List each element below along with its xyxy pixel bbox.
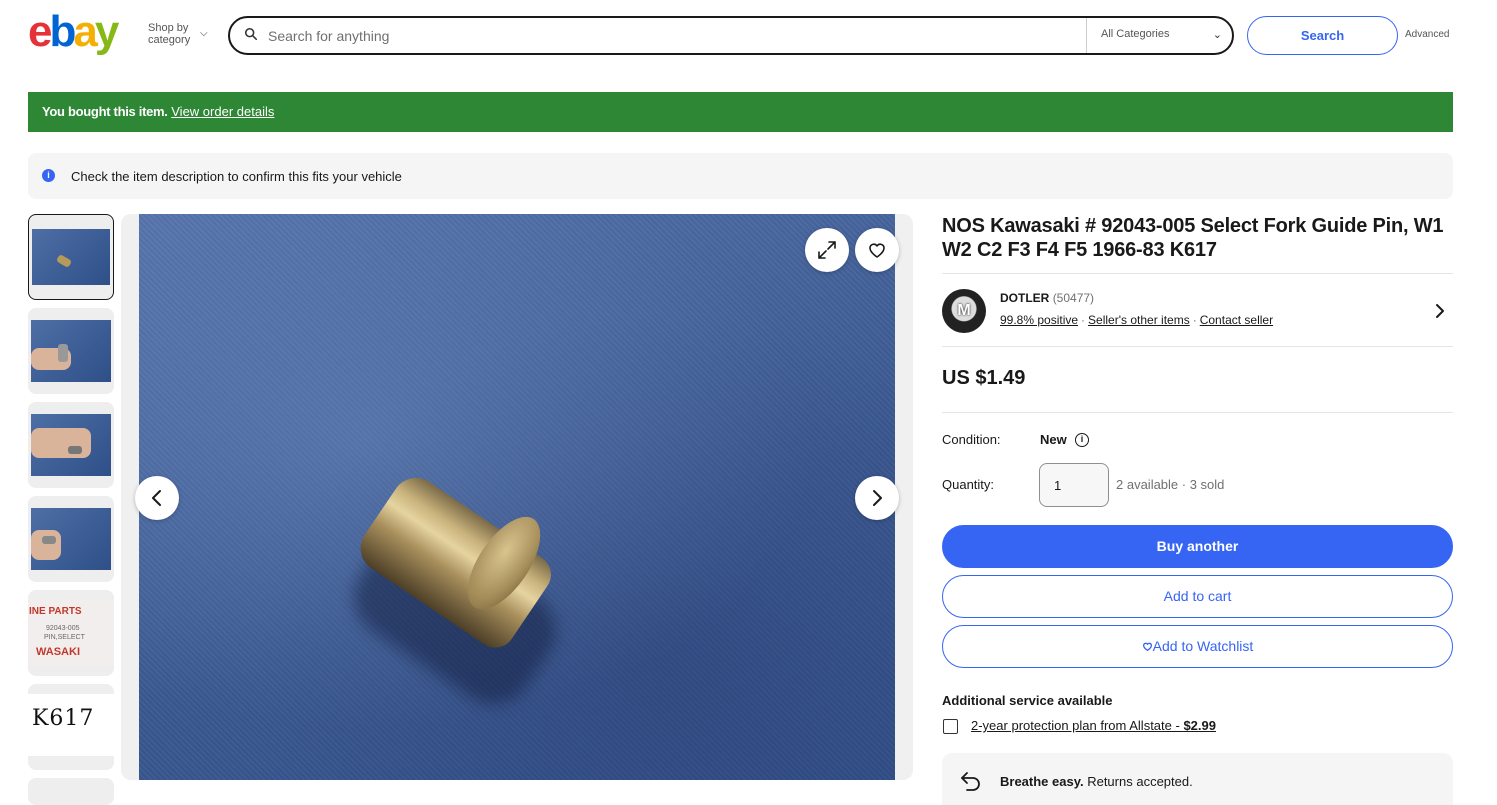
protection-plan-checkbox[interactable] [943,719,958,734]
ebay-logo[interactable]: ebay [28,10,119,54]
seller-name-row: DOTLER (50477) [1000,291,1094,305]
heart-icon [869,243,885,258]
fitment-notice: i Check the item description to confirm … [28,153,1453,199]
additional-service-heading: Additional service available [942,693,1113,708]
search-button[interactable]: Search [1247,16,1398,55]
fitment-message: Check the item description to confirm th… [71,169,402,184]
pin-select-text: PIN,SELECT [44,634,85,641]
previous-image-button[interactable] [135,476,179,520]
divider [942,273,1453,274]
next-image-button[interactable] [855,476,899,520]
add-to-watchlist-button[interactable]: Add to Watchlist [942,625,1453,668]
quantity-label: Quantity: [942,477,995,492]
contact-seller-link[interactable]: Contact seller [1200,313,1273,327]
search-bar: All Categories ⌄ [228,16,1234,55]
thumbnail-1[interactable] [28,214,114,300]
k617-tag-text: K617 [28,694,114,756]
category-selected-value: All Categories [1101,28,1170,40]
genuine-parts-text: INE PARTS [29,606,82,617]
thumbnail-5[interactable]: INE PARTS 92043-005 PIN,SELECT WASAKI [28,590,114,676]
thumbnail-2[interactable] [28,308,114,394]
seller-name[interactable]: DOTLER [1000,291,1049,305]
item-price: US $1.49 [942,367,1026,389]
item-title: NOS Kawasaki # 92043-005 Select Fork Gui… [942,215,1444,261]
heart-icon [1142,642,1152,652]
thumbnail-3[interactable] [28,402,114,488]
availability-text: 2 available · 3 sold [1116,477,1225,492]
buy-another-button[interactable]: Buy another [942,525,1453,568]
advanced-search-link[interactable]: Advanced [1405,29,1449,40]
search-icon [244,27,258,41]
seller-avatar[interactable]: M [942,289,986,333]
expand-image-button[interactable] [805,228,849,272]
protection-plan-link[interactable]: 2-year protection plan from Allstate - $… [971,718,1216,733]
chevron-left-icon [152,490,161,506]
thumbnail-4[interactable] [28,496,114,582]
chevron-down-icon: ⌄ [1212,29,1222,41]
main-image-viewer [121,214,913,780]
shop-by-line1: Shop by [148,22,189,34]
divider [942,346,1453,347]
watchlist-label: Add to Watchlist [1152,638,1254,654]
quantity-input[interactable] [1039,463,1109,507]
watch-heart-button[interactable] [855,228,899,272]
purchased-banner: You bought this item. View order details [28,92,1453,132]
condition-value: New [1040,432,1067,447]
chevron-right-icon[interactable] [1432,302,1448,320]
seller-feedback-count: (50477) [1052,291,1095,305]
add-to-cart-button[interactable]: Add to cart [942,575,1453,618]
condition-label: Condition: [942,432,1001,447]
thumbnail-6[interactable]: K617 [28,684,114,770]
expand-icon [818,241,836,259]
part-number-text: 92043-005 [46,625,80,632]
search-input[interactable] [268,25,1068,47]
shop-by-line2: category [148,34,191,46]
thumbnail-7[interactable] [28,778,114,805]
info-icon: i [42,169,55,182]
seller-links: 99.8% positive · Seller's other items · Cont… [1000,313,1274,327]
returns-accepted-text: Returns accepted. [1083,774,1193,789]
divider [942,412,1453,413]
seller-positive-link[interactable]: 99.8% positive [1000,313,1078,327]
view-order-details-link[interactable]: View order details [171,104,274,119]
info-icon[interactable]: i [1075,433,1089,447]
protection-plan-text: 2-year protection plan from Allstate - [971,718,1184,733]
protection-plan-price: $2.99 [1183,718,1216,733]
seller-other-items-link[interactable]: Seller's other items [1088,313,1190,327]
product-photo [139,214,895,780]
bought-message: You bought this item. [42,104,168,119]
returns-banner: Breathe easy. Returns accepted. [942,753,1453,805]
chevron-down-icon: ⌵ [200,28,208,39]
chevron-right-icon [873,490,882,506]
category-select[interactable]: All Categories ⌄ [1086,18,1232,53]
breathe-easy-strong: Breathe easy. [1000,774,1084,789]
kawasaki-text: WASAKI [36,646,80,658]
shop-by-category-button[interactable]: Shop by category ⌵ [148,22,208,46]
return-icon [961,772,980,791]
